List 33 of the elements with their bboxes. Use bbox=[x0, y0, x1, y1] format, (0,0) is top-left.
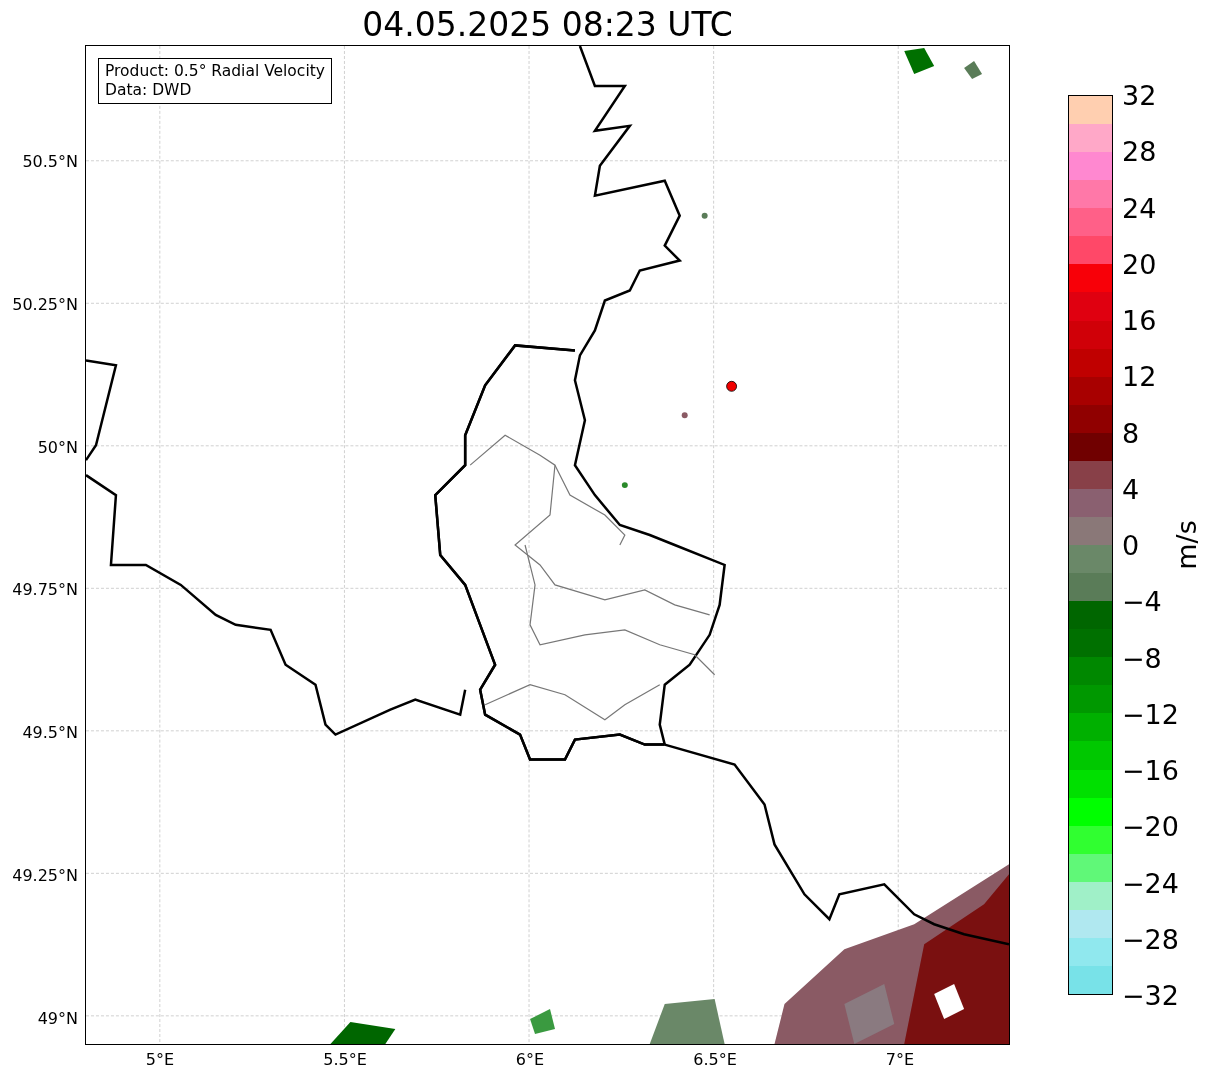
scale-tick-label: −20 bbox=[1122, 810, 1179, 842]
scale-tick-label: 32 bbox=[1122, 79, 1157, 111]
longitude-label: 7°E bbox=[885, 1050, 915, 1069]
scale-tick-label: 8 bbox=[1122, 417, 1140, 448]
longitude-label: 6.5°E bbox=[693, 1050, 737, 1069]
scale-tick-label: 24 bbox=[1122, 192, 1157, 223]
scale-tick-label: −8 bbox=[1122, 642, 1162, 673]
scale-tick-label: 4 bbox=[1122, 473, 1140, 505]
scale-tick-label: 16 bbox=[1122, 304, 1157, 336]
latitude-label: 50.25°N bbox=[12, 294, 78, 314]
longitude-label: 5.5°E bbox=[323, 1050, 367, 1069]
scale-tick-label: 12 bbox=[1122, 360, 1157, 392]
latitude-label: 50°N bbox=[37, 437, 78, 457]
info-text: Product: 0.5° Radial Velocity bbox=[105, 62, 325, 81]
scale-tick-label: 0 bbox=[1122, 529, 1140, 561]
scale-tick-label: −12 bbox=[1122, 698, 1179, 730]
scale-tick-label: −4 bbox=[1122, 585, 1162, 617]
chart-title: 04.05.2025 08:23 UTC bbox=[362, 5, 733, 45]
latitude-label: 50.5°N bbox=[22, 151, 78, 171]
latitude-label: 49°N bbox=[37, 1008, 78, 1028]
scale-tick-label: −32 bbox=[1122, 979, 1179, 1011]
longitude-label: 6°E bbox=[515, 1050, 545, 1069]
scale-unit-label: m/s bbox=[1170, 520, 1202, 570]
info-text: Data: DWD bbox=[105, 81, 193, 100]
latitude-label: 49.25°N bbox=[12, 865, 78, 885]
scale-tick-label: −24 bbox=[1122, 867, 1179, 898]
scale-tick-label: −28 bbox=[1122, 923, 1179, 955]
scale-tick-label: −16 bbox=[1122, 754, 1179, 786]
scale-tick-label: 20 bbox=[1122, 248, 1157, 280]
latitude-label: 49.75°N bbox=[12, 579, 78, 599]
latitude-label: 49.5°N bbox=[22, 722, 78, 742]
scale-tick-label: 28 bbox=[1122, 135, 1157, 167]
longitude-label: 5°E bbox=[145, 1050, 175, 1069]
